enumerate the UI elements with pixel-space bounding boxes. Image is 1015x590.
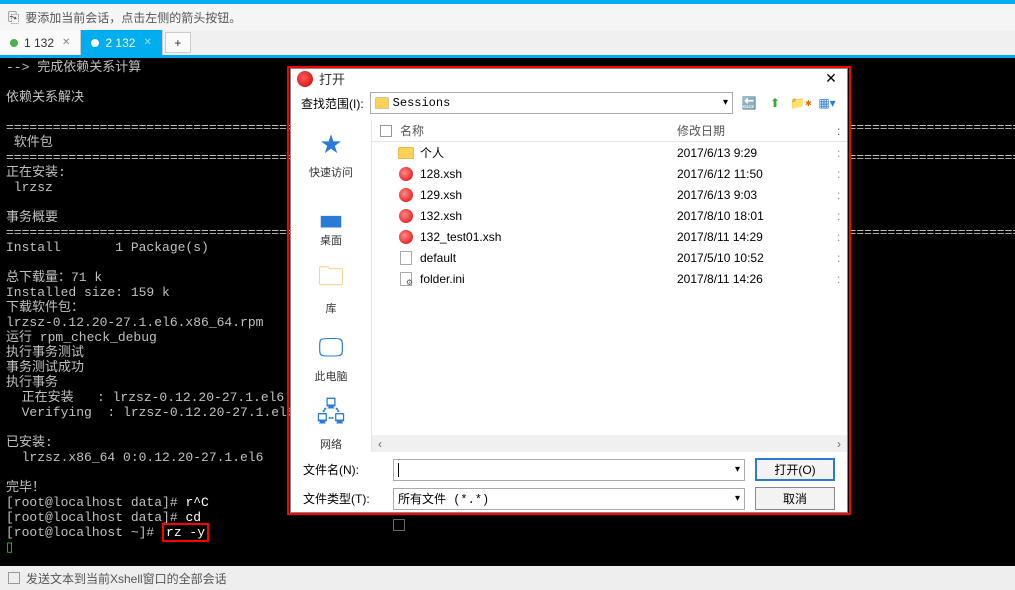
session-tabs: 1 132✕ 2 132✕ +	[0, 30, 1015, 58]
file-row[interactable]: 132_test01.xsh2017/8/11 14:29:	[372, 226, 847, 247]
up-button[interactable]: ⬆	[765, 93, 785, 113]
dialog-title: 打开	[319, 69, 821, 88]
places-bar: ★快速访问 ▃桌面 🗀库 🖵此电脑 🖧网络	[291, 120, 371, 452]
xsh-icon	[398, 229, 414, 245]
place-network[interactable]: 🖧网络	[315, 400, 347, 452]
add-tab-button[interactable]: +	[165, 32, 191, 53]
place-desktop[interactable]: ▃桌面	[315, 196, 347, 248]
lookin-combo[interactable]: Sessions ▾	[370, 92, 733, 114]
place-libraries[interactable]: 🗀库	[315, 264, 347, 316]
cancel-button[interactable]: 取消	[755, 487, 835, 510]
file-icon	[398, 250, 414, 266]
tab-2[interactable]: 2 132✕	[81, 30, 162, 55]
file-row[interactable]: 个人2017/6/13 9:29:	[372, 142, 847, 163]
filename-input[interactable]: ▾	[393, 459, 745, 481]
file-row[interactable]: 129.xsh2017/6/13 9:03:	[372, 184, 847, 205]
app-icon	[297, 71, 313, 87]
open-dialog: 打开 ✕ 查找范围(I): Sessions ▾ 🔙 ⬆ 📁✱ ▦▾ ★快速访问…	[290, 68, 848, 513]
file-row[interactable]: default2017/5/10 10:52:	[372, 247, 847, 268]
column-date[interactable]: 修改日期	[677, 122, 837, 139]
file-row[interactable]: folder.ini2017/8/11 14:26:	[372, 268, 847, 289]
file-row[interactable]: 132.xsh2017/8/10 18:01:	[372, 205, 847, 226]
xsh-icon	[398, 208, 414, 224]
dialog-titlebar[interactable]: 打开 ✕	[291, 69, 847, 88]
close-button[interactable]: ✕	[821, 70, 841, 87]
status-text: 发送文本到当前Xshell窗口的全部会话	[26, 570, 227, 587]
close-icon: ✕	[143, 37, 151, 48]
tab-1[interactable]: 1 132✕	[0, 30, 81, 55]
hint-bar: ⎘ 要添加当前会话，点击左侧的箭头按钮。	[0, 0, 1015, 30]
folder-icon	[398, 145, 414, 161]
arrow-icon[interactable]: ⎘	[8, 9, 19, 26]
filetype-combo[interactable]: 所有文件 (*.*)▾	[393, 488, 745, 510]
broadcast-checkbox[interactable]	[8, 572, 20, 584]
open-button[interactable]: 打开(O)	[755, 458, 835, 481]
filetype-label: 文件类型(T):	[303, 490, 383, 507]
place-quick-access[interactable]: ★快速访问	[309, 128, 353, 180]
ascii-checkbox[interactable]	[393, 519, 405, 531]
file-row[interactable]: 128.xsh2017/6/12 11:50:	[372, 163, 847, 184]
place-this-pc[interactable]: 🖵此电脑	[315, 332, 348, 384]
xsh-icon	[398, 187, 414, 203]
close-icon: ✕	[62, 37, 70, 48]
horizontal-scrollbar[interactable]: ‹›	[372, 435, 847, 452]
select-all-checkbox[interactable]	[380, 125, 392, 137]
status-bar: 发送文本到当前Xshell窗口的全部会话	[0, 566, 1015, 590]
xsh-icon	[398, 166, 414, 182]
ascii-label: 发送文件到ASCII	[411, 516, 502, 533]
file-list: 名称 修改日期 : 个人2017/6/13 9:29:128.xsh2017/6…	[371, 120, 847, 452]
folder-icon	[375, 97, 389, 109]
filename-label: 文件名(N):	[303, 461, 383, 478]
lookin-label: 查找范围(I):	[301, 95, 364, 112]
file-list-header[interactable]: 名称 修改日期 :	[372, 120, 847, 142]
column-name[interactable]: 名称	[398, 122, 677, 139]
ini-icon	[398, 271, 414, 287]
new-folder-button[interactable]: 📁✱	[791, 93, 811, 113]
back-button[interactable]: 🔙	[739, 93, 759, 113]
hint-text: 要添加当前会话，点击左侧的箭头按钮。	[25, 9, 241, 26]
view-menu[interactable]: ▦▾	[817, 93, 837, 113]
